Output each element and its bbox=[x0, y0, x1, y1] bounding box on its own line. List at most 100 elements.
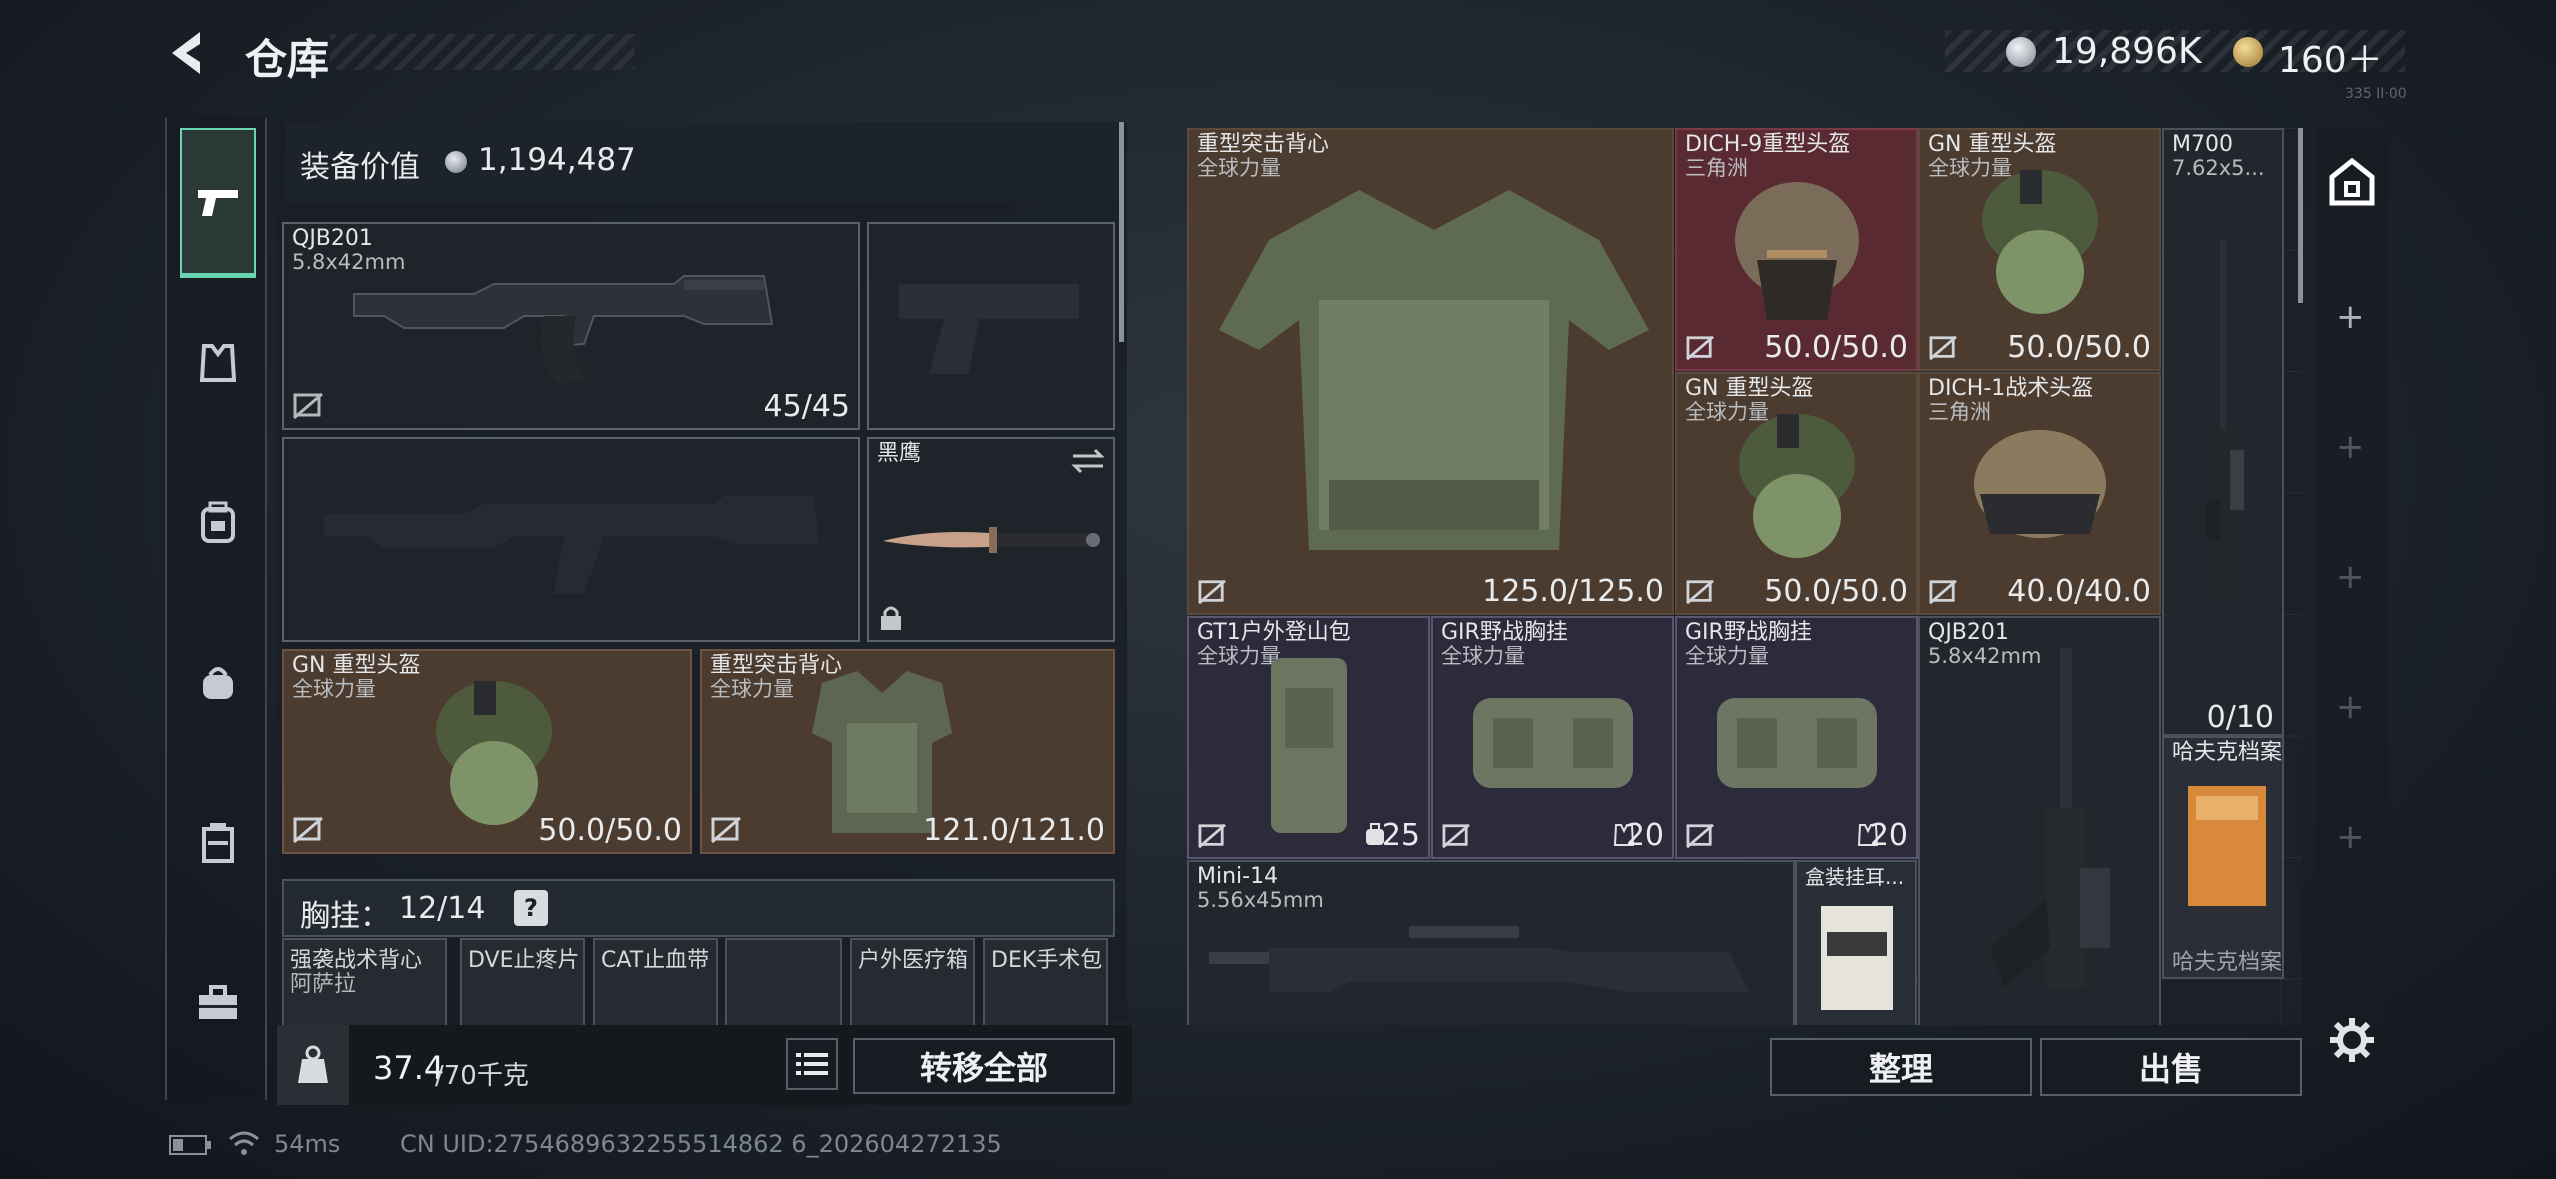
sort-button[interactable]: 整理 bbox=[1770, 1038, 2032, 1096]
no-insurance-icon bbox=[1686, 335, 1714, 361]
pistol-slot[interactable] bbox=[867, 222, 1115, 430]
item-caliber: 5.56x45mm bbox=[1197, 888, 1324, 912]
item-source: 全球力量 bbox=[1685, 644, 1769, 668]
no-insurance-icon bbox=[1686, 823, 1714, 849]
stash-item[interactable]: 哈夫克档案 哈夫克档案 bbox=[2162, 736, 2284, 979]
uid-text: CN UID:2754689632255514862 6_20260427213… bbox=[400, 1130, 1002, 1158]
corner-faint-text: 335 II·00 bbox=[2345, 86, 2407, 102]
stash-item[interactable]: GT1户外登山包 全球力量 25 bbox=[1187, 616, 1430, 859]
tab-helmet[interactable] bbox=[180, 448, 256, 598]
tab-armor[interactable] bbox=[180, 288, 256, 438]
no-insurance-icon bbox=[1686, 579, 1714, 605]
rig-slot-5[interactable]: 户外医疗箱 bbox=[850, 938, 975, 1028]
settings-button[interactable] bbox=[2328, 1016, 2376, 1064]
item-source: 全球力量 bbox=[1441, 644, 1525, 668]
no-insurance-icon bbox=[1198, 823, 1226, 849]
stash-tabs: + + + + + bbox=[2316, 128, 2388, 1062]
item-source: 全球力量 bbox=[710, 677, 794, 701]
item-durability: 50.0/50.0 bbox=[538, 813, 682, 848]
secondary-weapon-slot[interactable] bbox=[282, 437, 860, 642]
swap-icon[interactable] bbox=[1071, 447, 1105, 475]
item-durability: 50.0/50.0 bbox=[1764, 574, 1908, 609]
item-name: GIR野战胸挂 bbox=[1685, 620, 1812, 645]
stash-item[interactable]: DICH-1战术头盔 三角洲 40.0/40.0 bbox=[1918, 372, 2161, 615]
helmet-image bbox=[1735, 182, 1859, 320]
stash-tab-main[interactable] bbox=[2324, 153, 2380, 213]
item-name: GT1户外登山包 bbox=[1197, 620, 1351, 645]
stash-item[interactable]: 盒装挂耳... bbox=[1795, 860, 1917, 1025]
rig-slot-1[interactable]: 强袭战术背心 阿萨拉 bbox=[282, 938, 447, 1028]
rig-slot-3[interactable]: CAT止血带 bbox=[593, 938, 718, 1028]
stash-item[interactable]: Mini-14 5.56x45mm bbox=[1187, 860, 1795, 1025]
currency-gold[interactable]: 160＋ bbox=[2278, 31, 2383, 83]
tab-toolbox[interactable] bbox=[180, 928, 256, 1078]
vest-image bbox=[812, 671, 952, 833]
stash-item[interactable]: QJB201 5.8x42mm bbox=[1918, 616, 2161, 1025]
rig-slot-2[interactable]: DVE止疼片 bbox=[460, 938, 585, 1028]
pistol-icon bbox=[198, 189, 238, 216]
add-stash-tab-button[interactable]: + bbox=[2336, 690, 2365, 724]
category-sidebar bbox=[165, 118, 267, 1100]
item-durability: 50.0/50.0 bbox=[1764, 330, 1908, 365]
chest-rig-label: 胸挂： bbox=[300, 899, 390, 934]
back-button[interactable] bbox=[160, 26, 214, 80]
stash-item[interactable]: GN 重型头盔 全球力量 50.0/50.0 bbox=[1918, 128, 2161, 371]
vest-image bbox=[1219, 190, 1649, 550]
chest-rig-count: 12/14 bbox=[399, 891, 486, 926]
chest-rig-icon bbox=[202, 823, 234, 863]
rifle-silhouette-icon bbox=[324, 496, 819, 594]
rig-slot-6[interactable]: DEK手术包 bbox=[983, 938, 1108, 1028]
toolbox-icon bbox=[199, 985, 237, 1019]
no-insurance-icon bbox=[293, 816, 323, 844]
document-image bbox=[2188, 786, 2266, 906]
transfer-all-button[interactable]: 转移全部 bbox=[853, 1038, 1115, 1094]
stash-item[interactable]: M700 7.62x5... 0/10 bbox=[2162, 128, 2284, 736]
rig-item-name: CAT止血带 bbox=[601, 948, 710, 973]
item-name: 盒装挂耳... bbox=[1805, 865, 1905, 889]
melee-slot[interactable]: 黑鹰 bbox=[867, 437, 1115, 642]
tab-weapons[interactable] bbox=[180, 128, 256, 278]
item-name: GN 重型头盔 bbox=[1685, 376, 1814, 401]
add-stash-tab-button[interactable]: + bbox=[2336, 300, 2365, 334]
add-stash-tab-button[interactable]: + bbox=[2336, 560, 2365, 594]
weight-max: /70千克 bbox=[435, 1061, 529, 1091]
helmet-slot[interactable]: GN 重型头盔 全球力量 50.0/50.0 bbox=[282, 649, 692, 854]
equip-value-row: 装备价值 1,194,487 bbox=[285, 122, 1120, 202]
chest-rig-image bbox=[1717, 698, 1877, 788]
tab-chest-rig[interactable] bbox=[180, 768, 256, 918]
sell-button[interactable]: 出售 bbox=[2040, 1038, 2302, 1096]
item-durability: 40.0/40.0 bbox=[2007, 574, 2151, 609]
lock-icon bbox=[881, 606, 901, 630]
page-title: 仓库 bbox=[245, 35, 330, 84]
stash-item[interactable]: 重型突击背心 全球力量 125.0/125.0 bbox=[1187, 128, 1674, 615]
ping-text: 54ms bbox=[274, 1130, 341, 1158]
stash-item[interactable]: DICH-9重型头盔 三角洲 50.0/50.0 bbox=[1675, 128, 1918, 371]
rig-slot-4[interactable] bbox=[725, 938, 842, 1028]
item-name: GN 重型头盔 bbox=[1928, 132, 2057, 157]
stash-scrollbar[interactable] bbox=[2298, 128, 2303, 303]
add-stash-tab-button[interactable]: + bbox=[2336, 430, 2365, 464]
primary-weapon-slot[interactable]: QJB201 5.8x42mm 45/45 bbox=[282, 222, 860, 430]
stash-item[interactable]: GN 重型头盔 全球力量 50.0/50.0 bbox=[1675, 372, 1918, 615]
stash-item[interactable]: GIR野战胸挂 全球力量 20 bbox=[1675, 616, 1918, 859]
list-view-button[interactable] bbox=[786, 1038, 838, 1090]
weight-icon bbox=[298, 1045, 328, 1083]
helmet-image bbox=[1739, 414, 1855, 558]
help-icon[interactable]: ? bbox=[514, 890, 548, 926]
add-stash-tab-button[interactable]: + bbox=[2336, 820, 2365, 854]
tab-bag[interactable] bbox=[180, 608, 256, 758]
silver-coin-icon bbox=[2006, 37, 2036, 67]
helmet-image bbox=[1982, 170, 2098, 314]
panel-scrollbar[interactable] bbox=[1119, 122, 1124, 342]
rig-item-name: 户外医疗箱 bbox=[858, 948, 969, 973]
equip-value: 1,194,487 bbox=[478, 142, 636, 178]
battery-icon bbox=[169, 1135, 211, 1155]
stash-item[interactable]: GIR野战胸挂 全球力量 20 bbox=[1431, 616, 1674, 859]
item-name: M700 bbox=[2172, 132, 2233, 157]
armor-slot[interactable]: 重型突击背心 全球力量 121.0/121.0 bbox=[700, 649, 1115, 854]
no-insurance-icon bbox=[1442, 823, 1470, 849]
item-ammo: 0/10 bbox=[2206, 700, 2274, 735]
gold-coin-icon bbox=[2233, 37, 2263, 67]
stash-panel: 重型突击背心 全球力量 125.0/125.0 DICH-9重型头盔 三角洲 5… bbox=[1187, 128, 2302, 1025]
item-source: 全球力量 bbox=[292, 677, 376, 701]
